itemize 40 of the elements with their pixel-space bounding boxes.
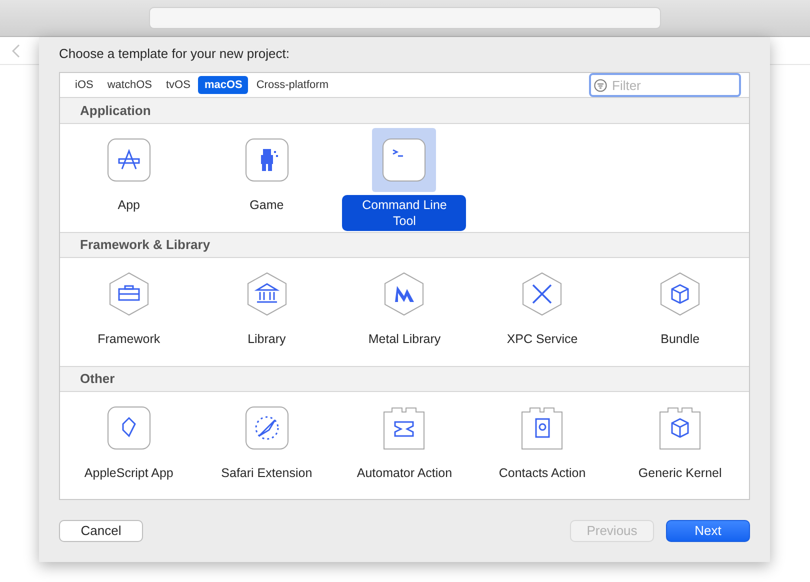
template-label[interactable]: Safari Extension [204,463,329,483]
dialog-button[interactable]: Cancel [59,520,143,542]
template-label[interactable]: AppleScript App [66,463,191,483]
platform-tab[interactable]: iOS [69,76,100,94]
template-icon [382,272,426,316]
template-icon [106,272,151,316]
filter-icon [594,78,607,92]
template-label[interactable]: Contacts Action [480,463,604,483]
template-label[interactable]: Generic Kernel [618,463,742,483]
platform-tab[interactable]: Cross-platform [250,76,334,94]
template-label[interactable]: Command Line Tool [342,195,466,231]
template-label[interactable]: Automator Action [342,463,466,483]
template-label[interactable]: Library [204,329,329,349]
template-icon [244,272,289,316]
dialog-title: Choose a template for your new project: [59,47,291,63]
template-icon [382,138,426,182]
template-icon [244,406,289,450]
dialog-button[interactable]: Next [666,520,750,542]
template-label[interactable]: Game [204,195,329,215]
section-header: Application [60,98,749,124]
section-header: Framework & Library [60,232,749,258]
template-label[interactable]: App [66,195,191,215]
template-icon [520,272,564,316]
template-icon [106,406,151,450]
template-icon [658,272,702,316]
section-header: Other [60,366,749,392]
template-label[interactable]: Framework [66,329,191,349]
template-icon [658,406,702,450]
template-label[interactable]: XPC Service [480,329,604,349]
template-tile[interactable] [372,128,436,192]
template-icon [382,406,426,450]
platform-tab[interactable]: tvOS [160,76,196,94]
template-label[interactable]: Bundle [618,329,742,349]
platform-tab[interactable]: macOS [198,76,248,94]
template-icon [520,406,564,450]
platform-tab[interactable]: watchOS [101,76,158,94]
template-label[interactable]: Metal Library [342,329,466,349]
template-icon [106,138,151,182]
filter-field[interactable]: Filter [589,73,741,97]
template-icon [244,138,289,182]
